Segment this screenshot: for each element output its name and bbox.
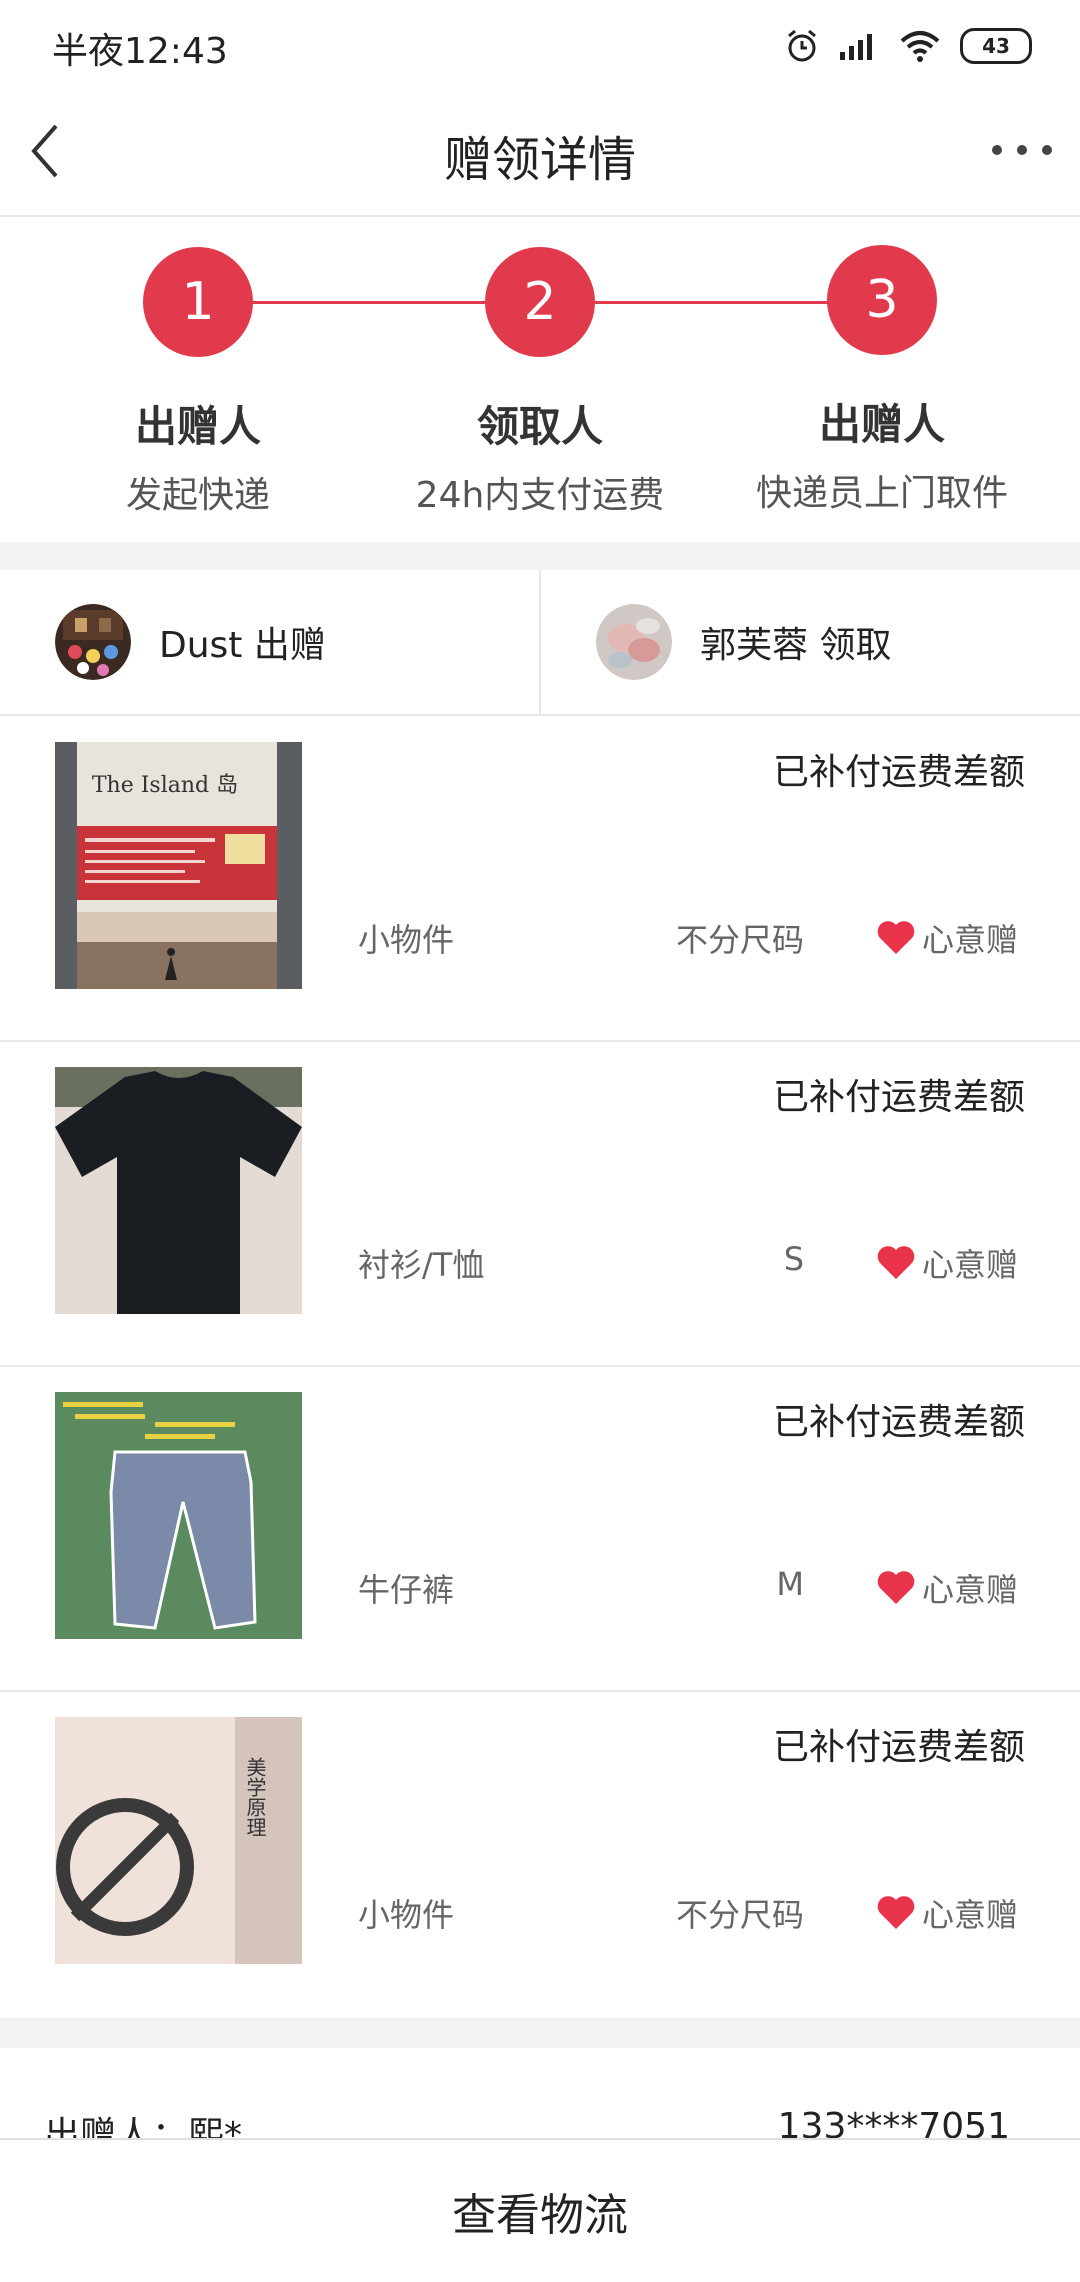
step-role: 出赠人: [134, 402, 261, 451]
step-1: 1 出赠人 发起快递: [48, 247, 348, 518]
giver-profile[interactable]: Dust 出赠: [0, 570, 541, 714]
page-title: 赠领详情: [443, 132, 636, 188]
shipping-status: 已补付运费差额: [772, 1077, 1025, 1118]
item-category: 衬衫/T恤: [358, 1246, 485, 1284]
sender-contact: 出赠人：熙* 133****7051: [0, 2048, 1080, 2138]
view-logistics-button[interactable]: 查看物流: [0, 2140, 1080, 2282]
section-divider: [0, 542, 1080, 570]
heart-icon: [877, 1571, 915, 1604]
more-dot-icon: [992, 145, 1002, 155]
step-2: 2 领取人 24h内支付运费: [390, 247, 690, 518]
signal-icon: [840, 34, 872, 60]
bottom-bar: 查看物流: [0, 2138, 1080, 2282]
book-title: 美学原理: [243, 1757, 267, 1837]
gift-tag: 心意赠: [876, 1240, 1018, 1286]
status-bar: 半夜12:43 43: [0, 0, 1080, 90]
step-desc: 发起快递: [125, 475, 270, 516]
gift-tag: 心意赠: [876, 915, 1018, 961]
progress-steps: 1 出赠人 发起快递 2 领取人 24h内支付运费 3 出赠人 快递员上门取件: [0, 217, 1080, 542]
more-button[interactable]: [992, 130, 1052, 170]
avatar: [596, 604, 672, 680]
shipping-status: 已补付运费差额: [772, 1402, 1025, 1443]
alarm-icon: [788, 29, 816, 62]
battery-level: 43: [982, 34, 1010, 58]
heart-icon: [877, 921, 915, 954]
sender-phone: 133****7051: [777, 2106, 1010, 2138]
gift-tag-label: 心意赠: [921, 1571, 1018, 1609]
item-size: M: [776, 1565, 804, 1603]
sender-name: 出赠人：熙*: [44, 2115, 243, 2138]
item-size: S: [783, 1240, 804, 1278]
gift-item[interactable]: The Island 岛 已补付运费差额 小物件 不分尺码 心意赠: [0, 715, 1080, 1042]
avatar: [55, 604, 131, 680]
item-category: 小物件: [358, 1896, 455, 1934]
step-desc: 24h内支付运费: [415, 475, 665, 516]
shipping-status: 已补付运费差额: [772, 1727, 1025, 1768]
wifi-icon: [900, 31, 940, 62]
book-aesthetics-photo-icon: 美学原理: [55, 1717, 302, 1964]
book-title: The Island 岛: [92, 773, 238, 798]
step-desc: 快递员上门取件: [755, 473, 1008, 514]
gift-tag-label: 心意赠: [921, 921, 1018, 959]
status-time: 半夜12:43: [52, 31, 228, 72]
gift-item[interactable]: 已补付运费差额 牛仔裤 M 心意赠: [0, 1365, 1080, 1692]
gift-tag-label: 心意赠: [921, 1896, 1018, 1934]
nav-bar: 赠领详情: [0, 90, 1080, 217]
step-role: 出赠人: [818, 400, 945, 449]
item-size: 不分尺码: [675, 1896, 804, 1934]
heart-icon: [877, 1896, 915, 1929]
step-role: 领取人: [476, 402, 603, 451]
gift-tag: 心意赠: [876, 1565, 1018, 1611]
item-category: 牛仔裤: [358, 1571, 455, 1609]
more-dot-icon: [1042, 145, 1052, 155]
gift-item[interactable]: 已补付运费差额 衬衫/T恤 S 心意赠: [0, 1040, 1080, 1367]
more-dot-icon: [1017, 145, 1027, 155]
status-icons: 43: [784, 24, 1032, 68]
step-number: 1: [143, 247, 253, 357]
heart-icon: [877, 1246, 915, 1279]
gift-tag: 心意赠: [876, 1890, 1018, 1936]
participants: Dust 出赠 郭芙蓉 领取: [0, 570, 1080, 716]
giver-name: Dust 出赠: [159, 625, 326, 666]
section-divider: [0, 2018, 1080, 2048]
step-3: 3 出赠人 快递员上门取件: [732, 245, 1032, 516]
step-number: 2: [485, 247, 595, 357]
step-number: 3: [827, 245, 937, 355]
book-island-photo-icon: The Island 岛: [55, 742, 302, 989]
shipping-status: 已补付运费差额: [772, 752, 1025, 793]
gift-tag-label: 心意赠: [921, 1246, 1018, 1284]
receiver-profile[interactable]: 郭芙蓉 领取: [541, 570, 1080, 714]
jeans-photo-icon: [55, 1392, 302, 1639]
item-size: 不分尺码: [675, 921, 804, 959]
black-tshirt-photo-icon: [55, 1067, 302, 1314]
receiver-name: 郭芙蓉 领取: [700, 625, 892, 666]
gift-item[interactable]: 美学原理 已补付运费差额 小物件 不分尺码 心意赠: [0, 1690, 1080, 2015]
battery-icon: 43: [960, 28, 1032, 64]
item-category: 小物件: [358, 921, 455, 959]
